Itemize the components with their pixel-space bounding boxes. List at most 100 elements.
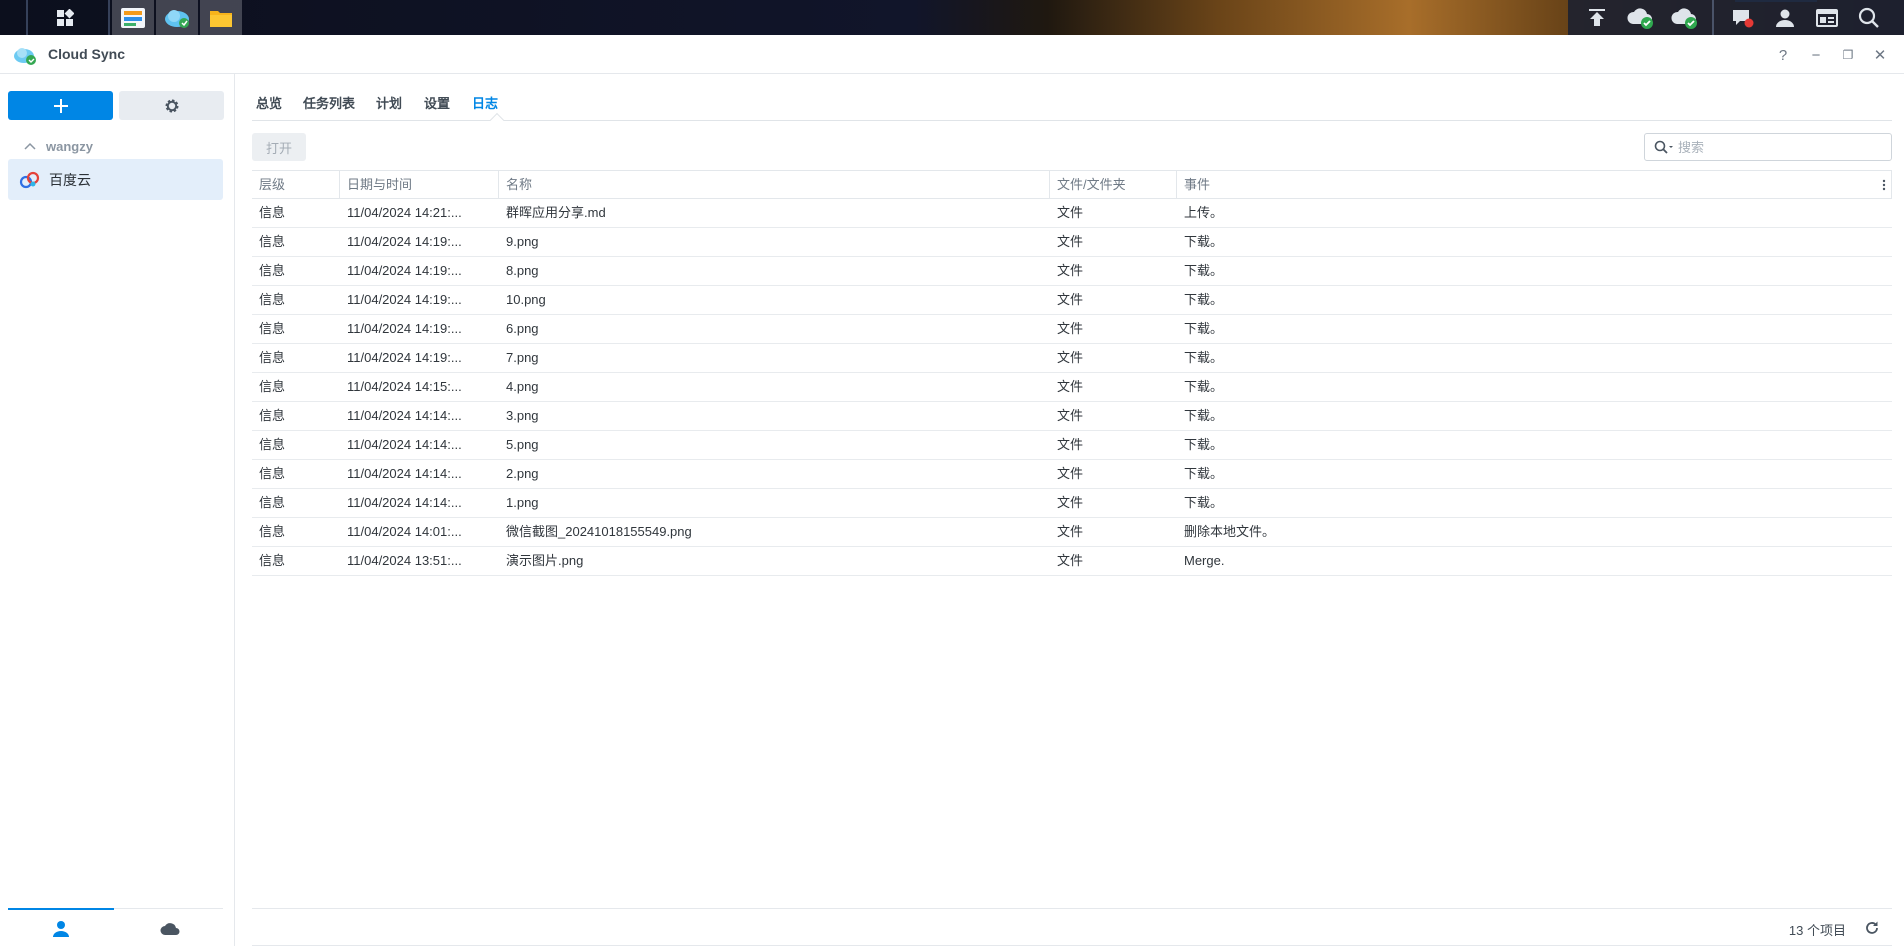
cell-name: 7.png <box>506 350 539 365</box>
file-station-app-icon <box>210 10 232 27</box>
cloud-sync-app-button[interactable] <box>156 0 198 35</box>
table-row[interactable]: 信息 11/04/2024 14:19:... 8.png 文件 下载。 <box>252 257 1892 286</box>
column-menu-button[interactable] <box>1876 171 1892 199</box>
restore-button[interactable]: ❐ <box>1836 43 1860 67</box>
table-row[interactable]: 信息 11/04/2024 13:51:... 演示图片.png 文件 Merge. <box>252 547 1892 576</box>
cell-event: 下载。 <box>1184 263 1224 278</box>
table-row[interactable]: 信息 11/04/2024 14:19:... 7.png 文件 下载。 <box>252 344 1892 373</box>
table-row[interactable]: 信息 11/04/2024 14:19:... 6.png 文件 下载。 <box>252 315 1892 344</box>
storage-manager-app-button[interactable] <box>112 0 154 35</box>
cell-name: 群晖应用分享.md <box>506 205 606 220</box>
table-row[interactable]: 信息 11/04/2024 14:14:... 1.png 文件 下载。 <box>252 489 1892 518</box>
widgets-button[interactable] <box>1806 0 1848 35</box>
column-header-type[interactable]: 文件/文件夹 <box>1050 171 1177 199</box>
cloud-sync-status-button[interactable] <box>1620 0 1662 35</box>
sidebar: wangzy 百度云 <box>0 74 235 946</box>
cell-datetime: 11/04/2024 14:21:... <box>347 205 462 220</box>
cell-level: 信息 <box>259 263 286 278</box>
column-header-event[interactable]: 事件 <box>1177 171 1892 199</box>
cell-level: 信息 <box>259 524 286 539</box>
cell-type: 文件 <box>1057 234 1084 249</box>
user-button[interactable] <box>1764 0 1806 35</box>
cell-datetime: 11/04/2024 13:51:... <box>347 553 462 568</box>
cell-name: 2.png <box>506 466 539 481</box>
search-button[interactable] <box>1848 0 1890 35</box>
search-box[interactable] <box>1644 133 1892 161</box>
cell-level: 信息 <box>259 292 286 307</box>
upload-queue-icon <box>1589 8 1605 26</box>
account-group-toggle[interactable]: wangzy <box>24 136 93 156</box>
cell-type: 文件 <box>1057 321 1084 336</box>
search-input[interactable] <box>1678 139 1868 155</box>
close-button[interactable]: ✕ <box>1868 43 1892 67</box>
cell-level: 信息 <box>259 466 286 481</box>
footer-tab-cloud[interactable] <box>117 917 223 941</box>
table-row[interactable]: 信息 11/04/2024 14:19:... 10.png 文件 下载。 <box>252 286 1892 315</box>
refresh-icon <box>1866 921 1878 934</box>
column-header-datetime[interactable]: 日期与时间 <box>340 171 499 199</box>
notifications-button[interactable] <box>1722 0 1764 35</box>
cell-level: 信息 <box>259 205 286 220</box>
cell-datetime: 11/04/2024 14:19:... <box>347 234 462 249</box>
cell-name: 演示图片.png <box>506 553 584 568</box>
tab-settings[interactable]: 设置 <box>424 93 450 112</box>
cell-event: 下载。 <box>1184 321 1224 336</box>
cell-level: 信息 <box>259 553 286 568</box>
table-row[interactable]: 信息 11/04/2024 14:14:... 5.png 文件 下载。 <box>252 431 1892 460</box>
tray-separator <box>1712 0 1714 35</box>
taskbar-separator <box>108 0 110 35</box>
open-button[interactable]: 打开 <box>252 133 306 161</box>
tab-overview[interactable]: 总览 <box>256 93 282 112</box>
tab-schedule[interactable]: 计划 <box>376 93 402 112</box>
table-row[interactable]: 信息 11/04/2024 14:14:... 3.png 文件 下载。 <box>252 402 1892 431</box>
cell-level: 信息 <box>259 495 286 510</box>
cell-type: 文件 <box>1057 379 1084 394</box>
cell-datetime: 11/04/2024 14:14:... <box>347 408 462 423</box>
cloud-sync-status-icon-2 <box>1671 7 1697 29</box>
window-header: Cloud Sync ? − ❐ ✕ <box>0 35 1904 74</box>
sidebar-item-baidu-cloud[interactable]: 百度云 <box>8 159 223 200</box>
table-row[interactable]: 信息 11/04/2024 14:19:... 9.png 文件 下载。 <box>252 228 1892 257</box>
minimize-button[interactable]: − <box>1804 43 1828 67</box>
settings-button[interactable] <box>119 91 224 120</box>
file-station-app-button[interactable] <box>200 0 242 35</box>
cell-level: 信息 <box>259 437 286 452</box>
help-icon: ? <box>1778 46 1788 64</box>
sidebar-item-label: 百度云 <box>49 171 91 188</box>
table-row[interactable]: 信息 11/04/2024 14:21:... 群晖应用分享.md 文件 上传。 <box>252 199 1892 228</box>
cell-datetime: 11/04/2024 14:01:... <box>347 524 462 539</box>
cell-level: 信息 <box>259 379 286 394</box>
cell-name: 5.png <box>506 437 539 452</box>
tab-log[interactable]: 日志 <box>472 93 498 112</box>
tab-task-list[interactable]: 任务列表 <box>303 93 355 112</box>
table-row[interactable]: 信息 11/04/2024 14:14:... 2.png 文件 下载。 <box>252 460 1892 489</box>
column-header-name[interactable]: 名称 <box>499 171 1050 199</box>
footer-tab-user[interactable] <box>8 917 114 941</box>
cell-level: 信息 <box>259 321 286 336</box>
footer-active-indicator <box>8 908 114 910</box>
refresh-button[interactable] <box>1862 918 1882 938</box>
cloud-icon <box>160 923 180 935</box>
notifications-icon <box>1733 9 1754 27</box>
main-menu-button[interactable] <box>44 0 86 35</box>
taskbar-separator <box>26 0 28 35</box>
column-header-level[interactable]: 层级 <box>252 171 340 199</box>
cell-type: 文件 <box>1057 350 1084 365</box>
item-count: 13 个项目 <box>1788 923 1846 938</box>
user-icon <box>1776 9 1794 27</box>
upload-queue-button[interactable] <box>1576 0 1618 35</box>
cell-datetime: 11/04/2024 14:19:... <box>347 263 462 278</box>
close-icon: ✕ <box>1873 47 1887 64</box>
cloud-sync-status-button-2[interactable] <box>1664 0 1706 35</box>
table-row[interactable]: 信息 11/04/2024 14:01:... 微信截图_2024101815554… <box>252 518 1892 547</box>
table-row[interactable]: 信息 11/04/2024 14:15:... 4.png 文件 下载。 <box>252 373 1892 402</box>
add-connection-button[interactable] <box>8 91 113 120</box>
cell-level: 信息 <box>259 234 286 249</box>
cell-name: 8.png <box>506 263 539 278</box>
help-button[interactable]: ? <box>1771 43 1795 67</box>
cell-name: 微信截图_20241018155549.png <box>506 524 692 539</box>
storage-manager-app-icon <box>121 7 145 28</box>
minimize-icon: − <box>1811 46 1821 64</box>
cell-event: 下载。 <box>1184 466 1224 481</box>
cell-type: 文件 <box>1057 495 1084 510</box>
